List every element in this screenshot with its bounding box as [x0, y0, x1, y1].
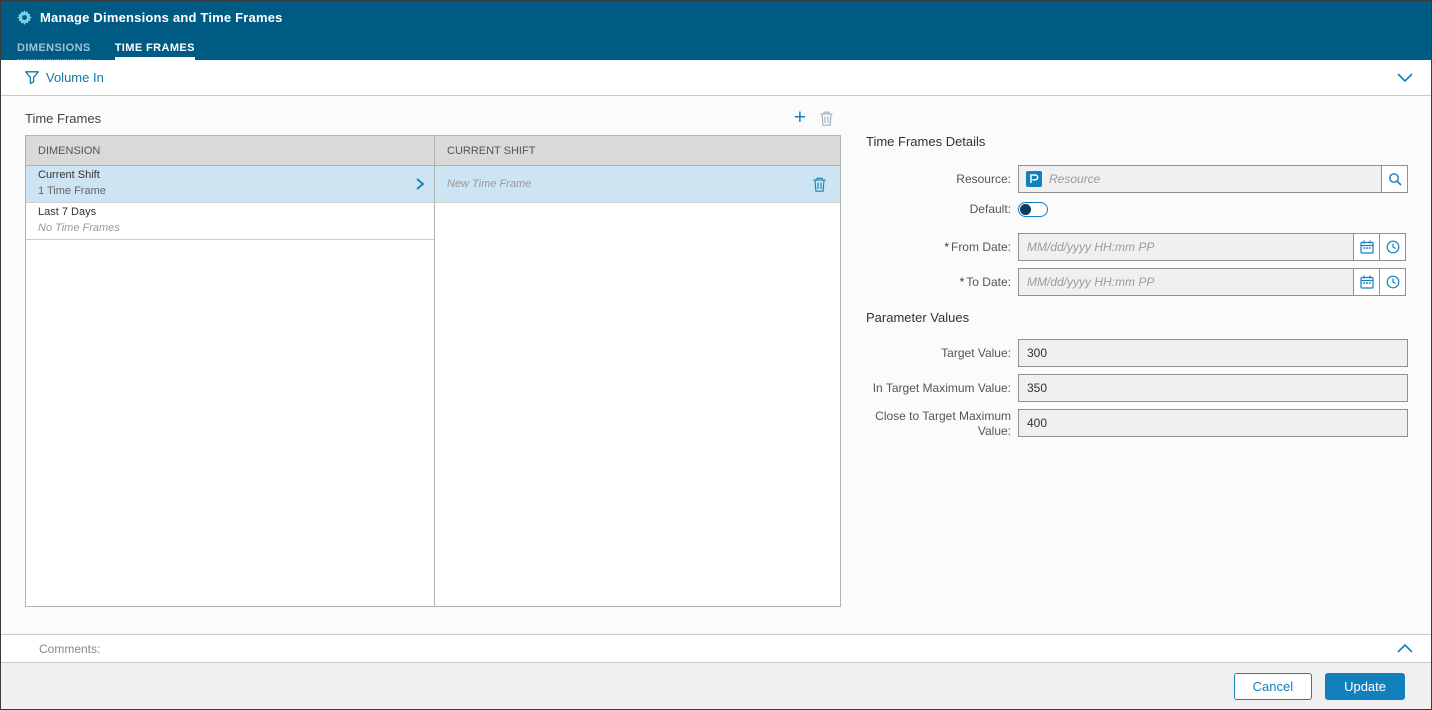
tab-bar: DIMENSIONS TIME FRAMES — [17, 42, 195, 60]
manage-icon — [17, 10, 32, 25]
from-date-time-button[interactable] — [1379, 233, 1406, 261]
to-date-time-button[interactable] — [1379, 268, 1406, 296]
resource-search-button[interactable] — [1381, 165, 1408, 193]
time-frame-label: New Time Frame — [447, 178, 532, 190]
cancel-button[interactable]: Cancel — [1233, 672, 1313, 700]
tab-dimensions[interactable]: DIMENSIONS — [17, 42, 91, 60]
delete-time-frame-row-icon[interactable] — [813, 177, 826, 192]
details-title: Time Frames Details — [866, 134, 986, 149]
close-to-target-max-input[interactable] — [1018, 409, 1408, 437]
dimension-subtext: 1 Time Frame — [38, 185, 106, 197]
toggle-knob — [1020, 203, 1031, 215]
time-frames-header: Time Frames + — [25, 107, 841, 128]
parameter-values-title: Parameter Values — [866, 310, 970, 325]
dimension-row-text: Last 7 Days No Time Frames — [38, 205, 120, 237]
in-target-max-input[interactable] — [1018, 374, 1408, 402]
close-to-target-max-label: Close to Target Maximum Value: — [875, 409, 1011, 438]
to-date-row: * To Date: — [866, 268, 1411, 296]
time-frames-panel: Time Frames + DIMENSION CURRENT SHIFT Cu… — [25, 107, 841, 607]
time-frame-row[interactable]: New Time Frame — [434, 166, 840, 203]
to-date-calendar-button[interactable] — [1353, 268, 1380, 296]
to-date-label: * To Date: — [866, 275, 1011, 290]
chevron-right-icon — [416, 178, 424, 190]
column-header-dimension: DIMENSION — [26, 136, 434, 166]
dimension-name: Last 7 Days — [38, 206, 97, 219]
chevron-up-icon[interactable] — [1397, 644, 1413, 653]
tab-time-frames[interactable]: TIME FRAMES — [114, 42, 195, 60]
default-row: Default: — [866, 201, 1411, 217]
from-date-row: * From Date: — [866, 233, 1411, 261]
dimension-name: Current Shift — [38, 169, 100, 182]
filter-funnel-icon — [25, 71, 39, 84]
parameter-row-close-to-target-max: Close to Target Maximum Value: — [866, 409, 1411, 439]
to-date-label-text: To Date: — [966, 274, 1011, 289]
required-marker: * — [944, 239, 949, 254]
resource-field[interactable] — [1018, 165, 1382, 193]
resource-row: Resource: — [866, 165, 1411, 193]
chevron-down-icon[interactable] — [1397, 73, 1413, 82]
resource-input[interactable] — [1049, 166, 1374, 192]
required-marker: * — [959, 274, 965, 289]
add-time-frame-icon[interactable]: + — [794, 107, 806, 128]
from-date-label-text: From Date: — [950, 239, 1011, 254]
dimension-filter-label: Volume In — [46, 70, 104, 85]
to-date-input[interactable] — [1018, 268, 1354, 296]
dimension-row-current-shift[interactable]: Current Shift 1 Time Frame — [26, 166, 434, 203]
from-date-label: * From Date: — [866, 240, 1011, 255]
delete-time-frame-toolbar-icon[interactable] — [820, 111, 833, 126]
time-frames-table: DIMENSION CURRENT SHIFT Current Shift 1 … — [25, 135, 841, 607]
dimension-row-last-7-days[interactable]: Last 7 Days No Time Frames — [26, 203, 434, 240]
window-title: Manage Dimensions and Time Frames — [40, 10, 283, 25]
comments-label: Comments: — [39, 641, 101, 656]
dimension-subtext: No Time Frames — [38, 222, 120, 234]
parameter-row-target: Target Value: — [866, 339, 1411, 367]
default-label: Default: — [969, 201, 1011, 216]
from-date-calendar-button[interactable] — [1353, 233, 1380, 261]
footer-bar: Cancel Update — [1, 663, 1431, 709]
resource-label: Resource: — [956, 171, 1011, 186]
default-toggle[interactable] — [1018, 201, 1048, 217]
dimension-row-text: Current Shift 1 Time Frame — [38, 168, 106, 200]
titlebar: Manage Dimensions and Time Frames DIMENS… — [1, 1, 1431, 60]
target-value-label: Target Value: — [941, 345, 1011, 360]
dimension-list-filler — [26, 240, 434, 606]
in-target-max-label: In Target Maximum Value: — [872, 380, 1011, 395]
time-frame-empty-cell — [434, 203, 840, 240]
time-frames-actions: + — [794, 107, 833, 128]
update-button[interactable]: Update — [1325, 672, 1405, 700]
target-value-input[interactable] — [1018, 339, 1408, 367]
manage-dimensions-window: Manage Dimensions and Time Frames DIMENS… — [0, 0, 1432, 710]
parameter-row-in-target-max: In Target Maximum Value: — [866, 374, 1411, 402]
comments-bar[interactable]: Comments: — [1, 634, 1431, 663]
time-frame-list-filler — [434, 240, 840, 606]
time-frames-details-panel: Time Frames Details Resource: Resource D… — [866, 134, 1411, 447]
title-row: Manage Dimensions and Time Frames — [1, 1, 1431, 25]
time-frames-title: Time Frames — [25, 110, 102, 126]
from-date-input[interactable] — [1018, 233, 1354, 261]
resource-icon — [1026, 171, 1042, 187]
column-header-current-shift: CURRENT SHIFT — [434, 136, 840, 166]
main-content: Time Frames + DIMENSION CURRENT SHIFT Cu… — [1, 96, 1431, 634]
dimension-filter-bar[interactable]: Volume In — [1, 60, 1431, 96]
